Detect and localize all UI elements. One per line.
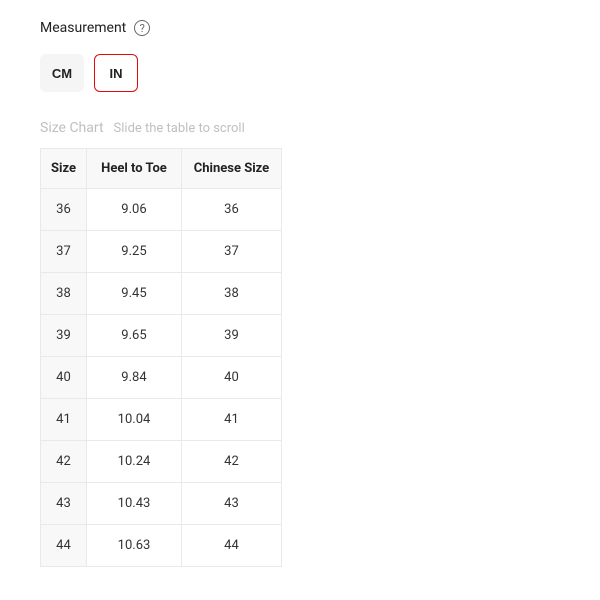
- cell-heel-to-toe: 10.04: [86, 399, 181, 441]
- cell-size: 41: [41, 399, 87, 441]
- cell-chinese-size: 43: [181, 483, 281, 525]
- header-chinese-size: Chinese Size: [181, 149, 281, 189]
- cell-heel-to-toe: 9.06: [86, 189, 181, 231]
- cell-size: 43: [41, 483, 87, 525]
- table-row: 389.4538: [41, 273, 282, 315]
- cell-size: 36: [41, 189, 87, 231]
- table-row: 369.0636: [41, 189, 282, 231]
- table-row: 399.6539: [41, 315, 282, 357]
- table-row: 4210.2442: [41, 441, 282, 483]
- table-row: 409.8440: [41, 357, 282, 399]
- chart-hint: Slide the table to scroll: [114, 121, 245, 136]
- cell-chinese-size: 40: [181, 357, 281, 399]
- cell-heel-to-toe: 9.65: [86, 315, 181, 357]
- unit-button-in[interactable]: IN: [94, 54, 138, 92]
- measurement-label: Measurement: [40, 20, 126, 36]
- measurement-header: Measurement ?: [40, 20, 560, 36]
- table-row: 379.2537: [41, 231, 282, 273]
- table-row: 4410.6344: [41, 525, 282, 567]
- cell-chinese-size: 44: [181, 525, 281, 567]
- unit-toggle: CM IN: [40, 54, 560, 92]
- cell-heel-to-toe: 10.63: [86, 525, 181, 567]
- cell-size: 42: [41, 441, 87, 483]
- cell-chinese-size: 36: [181, 189, 281, 231]
- size-chart-table[interactable]: Size Heel to Toe Chinese Size 369.063637…: [40, 148, 282, 567]
- chart-title: Size Chart: [40, 120, 104, 136]
- cell-chinese-size: 41: [181, 399, 281, 441]
- cell-heel-to-toe: 10.24: [86, 441, 181, 483]
- help-icon[interactable]: ?: [134, 20, 150, 36]
- cell-heel-to-toe: 9.25: [86, 231, 181, 273]
- cell-heel-to-toe: 9.84: [86, 357, 181, 399]
- chart-header: Size Chart Slide the table to scroll: [40, 117, 560, 136]
- unit-button-cm[interactable]: CM: [40, 54, 84, 92]
- cell-size: 39: [41, 315, 87, 357]
- cell-heel-to-toe: 10.43: [86, 483, 181, 525]
- header-size: Size: [41, 149, 87, 189]
- cell-size: 38: [41, 273, 87, 315]
- cell-chinese-size: 37: [181, 231, 281, 273]
- cell-size: 40: [41, 357, 87, 399]
- cell-chinese-size: 39: [181, 315, 281, 357]
- cell-chinese-size: 42: [181, 441, 281, 483]
- table-header-row: Size Heel to Toe Chinese Size: [41, 149, 282, 189]
- table-row: 4110.0441: [41, 399, 282, 441]
- cell-chinese-size: 38: [181, 273, 281, 315]
- cell-size: 44: [41, 525, 87, 567]
- cell-heel-to-toe: 9.45: [86, 273, 181, 315]
- header-heel-to-toe: Heel to Toe: [86, 149, 181, 189]
- table-row: 4310.4343: [41, 483, 282, 525]
- cell-size: 37: [41, 231, 87, 273]
